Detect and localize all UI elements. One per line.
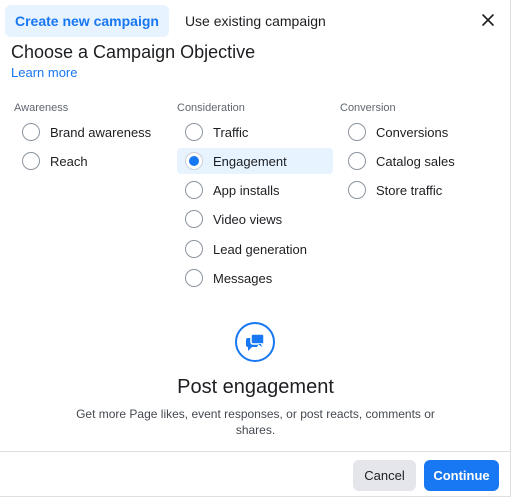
objective-title: Post engagement [177, 376, 334, 398]
option-label: Video views [213, 211, 283, 227]
radio-icon [185, 181, 203, 199]
option-label: Messages [213, 270, 273, 286]
option-label: Conversions [376, 124, 449, 140]
tab-create-new-campaign[interactable]: Create new campaign [5, 5, 169, 37]
chat-bubbles-icon [235, 322, 275, 362]
radio-selected-icon [185, 152, 203, 170]
continue-button[interactable]: Continue [424, 460, 499, 491]
radio-icon [348, 181, 366, 199]
option-traffic[interactable]: Traffic [177, 119, 333, 145]
column-title-awareness: Awareness [14, 102, 69, 114]
column-title-consideration: Consideration [177, 102, 245, 114]
option-label: Traffic [213, 124, 249, 140]
learn-more-link[interactable]: Learn more [11, 65, 77, 80]
option-brand-awareness[interactable]: Brand awareness [14, 119, 164, 145]
option-label: Engagement [213, 153, 287, 169]
option-label: Store traffic [376, 182, 443, 198]
option-catalog-sales[interactable]: Catalog sales [340, 148, 496, 174]
radio-icon [185, 240, 203, 258]
option-video-views[interactable]: Video views [177, 206, 333, 232]
radio-icon [22, 123, 40, 141]
radio-icon [348, 152, 366, 170]
tab-use-existing-campaign[interactable]: Use existing campaign [175, 5, 336, 37]
radio-icon [348, 123, 366, 141]
option-engagement[interactable]: Engagement [177, 148, 333, 174]
cancel-button[interactable]: Cancel [353, 460, 416, 491]
page-title: Choose a Campaign Objective [11, 42, 256, 62]
option-label: App installs [213, 182, 280, 198]
option-label: Lead generation [213, 241, 307, 257]
option-reach[interactable]: Reach [14, 148, 164, 174]
option-label: Reach [50, 153, 88, 169]
campaign-objective-dialog: Create new campaign Use existing campaig… [0, 0, 511, 497]
option-app-installs[interactable]: App installs [177, 177, 333, 203]
option-label: Brand awareness [50, 124, 152, 140]
option-lead-generation[interactable]: Lead generation [177, 236, 333, 262]
radio-icon [185, 123, 203, 141]
close-icon[interactable] [480, 12, 496, 28]
option-store-traffic[interactable]: Store traffic [340, 177, 496, 203]
footer-divider [0, 451, 511, 452]
option-messages[interactable]: Messages [177, 265, 333, 291]
radio-icon [22, 152, 40, 170]
option-label: Catalog sales [376, 153, 455, 169]
objective-description: Get more Page likes, event responses, or… [76, 407, 435, 437]
option-conversions[interactable]: Conversions [340, 119, 496, 145]
column-title-conversion: Conversion [340, 102, 396, 114]
radio-icon [185, 269, 203, 287]
radio-icon [185, 210, 203, 228]
campaign-tabs: Create new campaign Use existing campaig… [5, 5, 336, 37]
